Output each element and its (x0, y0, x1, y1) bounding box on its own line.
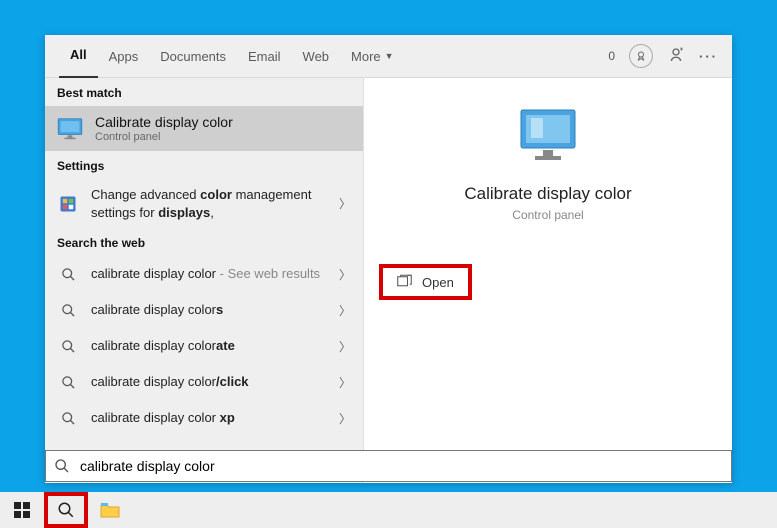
open-label: Open (422, 275, 454, 290)
monitor-icon (57, 118, 83, 140)
web-result-label: calibrate display color/click (91, 373, 327, 391)
folder-icon (100, 502, 120, 518)
tab-web[interactable]: Web (292, 35, 341, 77)
start-button[interactable] (0, 492, 44, 528)
search-window: All Apps Documents Email Web More▼ 0 ···… (45, 35, 732, 482)
web-result-label: calibrate display colors (91, 301, 327, 319)
feedback-icon[interactable] (667, 46, 685, 67)
taskbar (0, 492, 777, 528)
taskbar-separator (44, 496, 45, 524)
section-search-web: Search the web (45, 228, 363, 256)
web-result-label: calibrate display colorate (91, 337, 327, 355)
web-result-4[interactable]: calibrate display color xp 〉 (45, 400, 363, 436)
chevron-right-icon: 〉 (339, 195, 351, 212)
web-result-0[interactable]: calibrate display color - See web result… (45, 256, 363, 292)
results-list: Best match Calibrate display color Contr… (45, 78, 363, 483)
tab-more[interactable]: More▼ (340, 35, 405, 77)
tab-all[interactable]: All (59, 34, 98, 79)
windows-icon (14, 502, 30, 518)
open-icon (397, 274, 412, 290)
color-management-icon (57, 193, 79, 215)
web-result-label: calibrate display color xp (91, 409, 327, 427)
chevron-right-icon: 〉 (339, 266, 351, 283)
preview-pane: Calibrate display color Control panel Op… (363, 78, 732, 483)
web-result-1[interactable]: calibrate display colors 〉 (45, 292, 363, 328)
tab-email[interactable]: Email (237, 35, 292, 77)
tab-documents[interactable]: Documents (149, 35, 237, 77)
search-icon (57, 299, 79, 321)
search-icon (57, 263, 79, 285)
open-button[interactable]: Open (379, 264, 472, 300)
preview-title: Calibrate display color (464, 184, 631, 204)
web-result-2[interactable]: calibrate display colorate 〉 (45, 328, 363, 364)
more-options-icon[interactable]: ··· (699, 49, 718, 64)
monitor-icon (513, 106, 583, 166)
search-icon (54, 458, 70, 474)
rewards-icon[interactable] (629, 44, 653, 68)
chevron-right-icon: 〉 (339, 410, 351, 427)
chevron-right-icon: 〉 (339, 338, 351, 355)
search-icon (57, 371, 79, 393)
best-match-result[interactable]: Calibrate display color Control panel (45, 106, 363, 151)
settings-result-label: Change advanced color management setting… (91, 186, 327, 221)
file-explorer-button[interactable] (88, 492, 132, 528)
search-icon (57, 335, 79, 357)
search-bar[interactable] (45, 450, 732, 482)
best-match-subtitle: Control panel (95, 131, 233, 143)
search-icon (57, 501, 75, 519)
taskbar-search-button[interactable] (44, 492, 88, 528)
preview-subtitle: Control panel (512, 208, 583, 222)
section-best-match: Best match (45, 78, 363, 106)
tab-apps[interactable]: Apps (98, 35, 150, 77)
search-input[interactable] (78, 457, 723, 475)
web-result-3[interactable]: calibrate display color/click 〉 (45, 364, 363, 400)
chevron-right-icon: 〉 (339, 302, 351, 319)
settings-result[interactable]: Change advanced color management setting… (45, 179, 363, 228)
section-settings: Settings (45, 151, 363, 179)
web-result-label: calibrate display color - See web result… (91, 265, 327, 283)
search-icon (57, 407, 79, 429)
chevron-right-icon: 〉 (339, 374, 351, 391)
best-match-title: Calibrate display color (95, 114, 233, 130)
filter-tabs: All Apps Documents Email Web More▼ 0 ··· (45, 35, 732, 78)
rewards-count: 0 (608, 49, 615, 63)
